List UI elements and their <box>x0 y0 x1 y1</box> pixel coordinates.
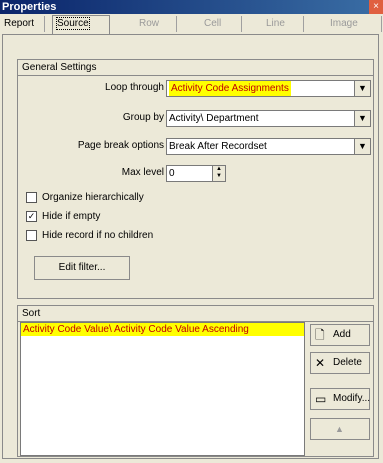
page-icon: 🗋 <box>315 328 325 342</box>
modify-icon: ▭ <box>315 392 327 406</box>
delete-label: Delete <box>333 357 362 368</box>
organize-checkbox[interactable]: Organize hierarchically <box>26 192 144 203</box>
loop-through-select[interactable]: Activity Code Assignments ▼ <box>166 80 371 97</box>
chevron-down-icon[interactable]: ▼ <box>354 81 370 96</box>
spin-arrows-icon[interactable]: ▲ ▼ <box>212 166 225 181</box>
page-break-label: Page break options <box>77 140 164 151</box>
sort-list-item[interactable]: Activity Code Value\ Activity Code Value… <box>21 323 304 336</box>
add-button[interactable]: 🗋 Add <box>310 324 370 346</box>
tab-source[interactable]: Source <box>52 15 110 34</box>
organize-label: Organize hierarchically <box>42 192 144 204</box>
tab-report[interactable]: Report <box>0 16 45 32</box>
general-settings-group: General Settings Loop through Activity C… <box>17 59 374 299</box>
group-by-select[interactable]: Activity\ Department ▼ <box>166 110 371 127</box>
tab-row: Row <box>135 16 177 32</box>
group-by-value: Activity\ Department <box>169 113 259 124</box>
page-break-value: Break After Recordset <box>169 141 267 152</box>
tab-strip: Report Source Row Cell Line Image <box>0 15 383 34</box>
title-bar: Properties × <box>0 0 383 14</box>
sort-group: Sort Activity Code Value\ Activity Code … <box>17 305 374 457</box>
delete-button[interactable]: ✕ Delete <box>310 352 370 374</box>
hide-no-children-checkbox[interactable]: Hide record if no children <box>26 230 153 241</box>
page-break-select[interactable]: Break After Recordset ▼ <box>166 138 371 155</box>
general-settings-header: General Settings <box>18 60 373 76</box>
sort-header: Sort <box>18 306 373 322</box>
move-up-button[interactable]: ▲ <box>310 418 370 440</box>
x-icon: ✕ <box>315 356 326 370</box>
max-level-stepper[interactable]: 0 ▲ ▼ <box>166 165 226 182</box>
close-icon[interactable]: × <box>369 0 383 14</box>
max-level-label: Max level <box>121 167 164 178</box>
tab-line: Line <box>262 16 304 32</box>
chevron-down-icon[interactable]: ▼ <box>354 139 370 154</box>
tab-source-label: Source <box>56 17 90 30</box>
group-by-label: Group by <box>122 112 164 123</box>
window-title: Properties <box>2 1 57 13</box>
tab-image: Image <box>326 16 382 32</box>
hide-empty-checkbox[interactable]: ✓ Hide if empty <box>26 211 100 222</box>
add-label: Add <box>333 329 351 340</box>
modify-button[interactable]: ▭ Modify... <box>310 388 370 410</box>
sort-list[interactable]: Activity Code Value\ Activity Code Value… <box>20 322 305 456</box>
hide-no-children-label: Hide record if no children <box>42 230 154 242</box>
edit-filter-button[interactable]: Edit filter... <box>34 256 130 280</box>
modify-label: Modify... <box>333 393 371 404</box>
source-tab-panel: General Settings Loop through Activity C… <box>2 34 379 459</box>
chevron-down-icon[interactable]: ▼ <box>354 111 370 126</box>
loop-through-label: Loop through <box>105 82 164 93</box>
checkbox-unchecked-icon[interactable] <box>26 230 37 241</box>
checkbox-checked-icon[interactable]: ✓ <box>26 211 37 222</box>
checkbox-unchecked-icon[interactable] <box>26 192 37 203</box>
loop-through-value: Activity Code Assignments <box>169 81 291 96</box>
max-level-value: 0 <box>169 168 175 179</box>
tab-cell: Cell <box>200 16 242 32</box>
hide-empty-label: Hide if empty <box>42 211 101 223</box>
up-arrow-icon: ▲ <box>335 424 344 434</box>
